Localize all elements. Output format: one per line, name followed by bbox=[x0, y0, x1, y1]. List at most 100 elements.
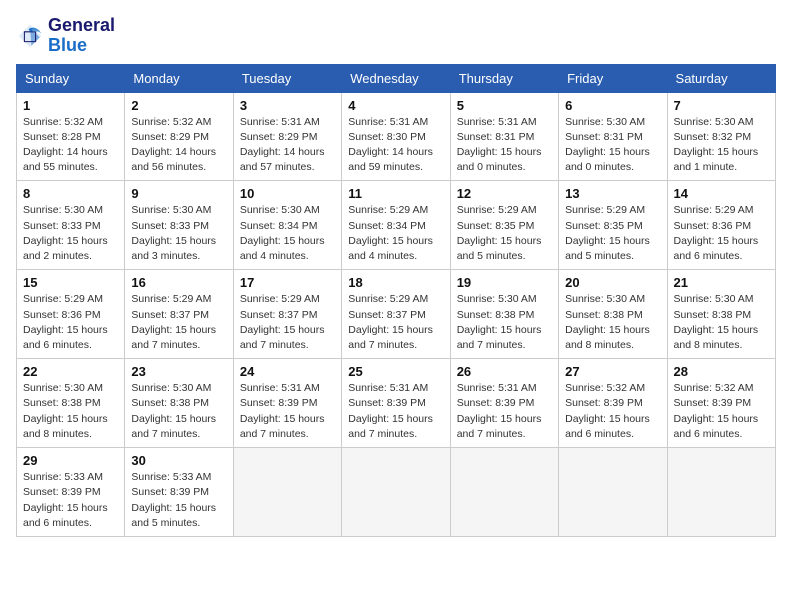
calendar-cell: 22 Sunrise: 5:30 AMSunset: 8:38 PMDayligh… bbox=[17, 359, 125, 448]
weekday-cell: Wednesday bbox=[342, 64, 450, 92]
calendar-cell: 28 Sunrise: 5:32 AMSunset: 8:39 PMDayligh… bbox=[667, 359, 775, 448]
day-info: Sunrise: 5:33 AMSunset: 8:39 PMDaylight:… bbox=[131, 470, 226, 531]
day-info: Sunrise: 5:29 AMSunset: 8:36 PMDaylight:… bbox=[674, 203, 769, 264]
calendar-cell: 13 Sunrise: 5:29 AMSunset: 8:35 PMDayligh… bbox=[559, 181, 667, 270]
day-info: Sunrise: 5:29 AMSunset: 8:37 PMDaylight:… bbox=[240, 292, 335, 353]
calendar-cell: 15Sunrise: 5:29 AMSunset: 8:36 PMDayligh… bbox=[17, 270, 125, 359]
day-info: Sunrise: 5:33 AMSunset: 8:39 PMDaylight:… bbox=[23, 470, 118, 531]
calendar-cell: 25 Sunrise: 5:31 AMSunset: 8:39 PMDayligh… bbox=[342, 359, 450, 448]
day-number: 30 bbox=[131, 453, 226, 468]
day-number: 5 bbox=[457, 98, 552, 113]
calendar-cell: 3 Sunrise: 5:31 AMSunset: 8:29 PMDaylight… bbox=[233, 92, 341, 181]
calendar-row: 1 Sunrise: 5:32 AMSunset: 8:28 PMDaylight… bbox=[17, 92, 776, 181]
day-info: Sunrise: 5:30 AMSunset: 8:38 PMDaylight:… bbox=[23, 381, 118, 442]
day-number: 1 bbox=[23, 98, 118, 113]
day-number: 17 bbox=[240, 275, 335, 290]
calendar-cell: 20 Sunrise: 5:30 AMSunset: 8:38 PMDayligh… bbox=[559, 270, 667, 359]
calendar-cell: 14 Sunrise: 5:29 AMSunset: 8:36 PMDayligh… bbox=[667, 181, 775, 270]
calendar-row: 15Sunrise: 5:29 AMSunset: 8:36 PMDayligh… bbox=[17, 270, 776, 359]
day-info: Sunrise: 5:29 AMSunset: 8:34 PMDaylight:… bbox=[348, 203, 443, 264]
day-number: 9 bbox=[131, 186, 226, 201]
day-number: 22 bbox=[23, 364, 118, 379]
calendar: SundayMondayTuesdayWednesdayThursdayFrid… bbox=[16, 64, 776, 537]
day-number: 14 bbox=[674, 186, 769, 201]
day-info: Sunrise: 5:30 AMSunset: 8:31 PMDaylight:… bbox=[565, 115, 660, 176]
day-info: Sunrise: 5:30 AMSunset: 8:32 PMDaylight:… bbox=[674, 115, 769, 176]
day-number: 26 bbox=[457, 364, 552, 379]
calendar-cell: 6Sunrise: 5:30 AMSunset: 8:31 PMDaylight… bbox=[559, 92, 667, 181]
day-info: Sunrise: 5:32 AMSunset: 8:29 PMDaylight:… bbox=[131, 115, 226, 176]
calendar-cell: 7 Sunrise: 5:30 AMSunset: 8:32 PMDaylight… bbox=[667, 92, 775, 181]
day-info: Sunrise: 5:32 AMSunset: 8:28 PMDaylight:… bbox=[23, 115, 118, 176]
calendar-cell: 24 Sunrise: 5:31 AMSunset: 8:39 PMDayligh… bbox=[233, 359, 341, 448]
calendar-cell: 2Sunrise: 5:32 AMSunset: 8:29 PMDaylight… bbox=[125, 92, 233, 181]
day-info: Sunrise: 5:29 AMSunset: 8:37 PMDaylight:… bbox=[131, 292, 226, 353]
calendar-row: 8 Sunrise: 5:30 AMSunset: 8:33 PMDaylight… bbox=[17, 181, 776, 270]
day-number: 20 bbox=[565, 275, 660, 290]
day-info: Sunrise: 5:31 AMSunset: 8:39 PMDaylight:… bbox=[348, 381, 443, 442]
calendar-cell bbox=[342, 448, 450, 537]
weekday-cell: Friday bbox=[559, 64, 667, 92]
day-info: Sunrise: 5:30 AMSunset: 8:33 PMDaylight:… bbox=[131, 203, 226, 264]
weekday-cell: Monday bbox=[125, 64, 233, 92]
day-info: Sunrise: 5:30 AMSunset: 8:34 PMDaylight:… bbox=[240, 203, 335, 264]
calendar-cell: 5 Sunrise: 5:31 AMSunset: 8:31 PMDaylight… bbox=[450, 92, 558, 181]
calendar-cell bbox=[667, 448, 775, 537]
weekday-header: SundayMondayTuesdayWednesdayThursdayFrid… bbox=[17, 64, 776, 92]
calendar-cell: 26Sunrise: 5:31 AMSunset: 8:39 PMDayligh… bbox=[450, 359, 558, 448]
logo: General Blue bbox=[16, 16, 115, 56]
calendar-cell: 30 Sunrise: 5:33 AMSunset: 8:39 PMDayligh… bbox=[125, 448, 233, 537]
day-number: 3 bbox=[240, 98, 335, 113]
day-number: 8 bbox=[23, 186, 118, 201]
day-number: 21 bbox=[674, 275, 769, 290]
day-info: Sunrise: 5:29 AMSunset: 8:35 PMDaylight:… bbox=[565, 203, 660, 264]
calendar-cell bbox=[450, 448, 558, 537]
calendar-cell: 12Sunrise: 5:29 AMSunset: 8:35 PMDayligh… bbox=[450, 181, 558, 270]
day-number: 11 bbox=[348, 186, 443, 201]
weekday-cell: Thursday bbox=[450, 64, 558, 92]
day-info: Sunrise: 5:30 AMSunset: 8:38 PMDaylight:… bbox=[565, 292, 660, 353]
logo-line2: Blue bbox=[48, 36, 115, 56]
calendar-cell: 23 Sunrise: 5:30 AMSunset: 8:38 PMDayligh… bbox=[125, 359, 233, 448]
day-number: 13 bbox=[565, 186, 660, 201]
calendar-cell: 21 Sunrise: 5:30 AMSunset: 8:38 PMDayligh… bbox=[667, 270, 775, 359]
calendar-cell: 11 Sunrise: 5:29 AMSunset: 8:34 PMDayligh… bbox=[342, 181, 450, 270]
day-number: 28 bbox=[674, 364, 769, 379]
header: General Blue bbox=[16, 16, 776, 56]
calendar-cell: 9 Sunrise: 5:30 AMSunset: 8:33 PMDaylight… bbox=[125, 181, 233, 270]
day-number: 27 bbox=[565, 364, 660, 379]
calendar-cell bbox=[233, 448, 341, 537]
day-info: Sunrise: 5:31 AMSunset: 8:30 PMDaylight:… bbox=[348, 115, 443, 176]
day-info: Sunrise: 5:30 AMSunset: 8:38 PMDaylight:… bbox=[457, 292, 552, 353]
calendar-cell: 1 Sunrise: 5:32 AMSunset: 8:28 PMDaylight… bbox=[17, 92, 125, 181]
calendar-cell: 27Sunrise: 5:32 AMSunset: 8:39 PMDayligh… bbox=[559, 359, 667, 448]
calendar-cell: 17 Sunrise: 5:29 AMSunset: 8:37 PMDayligh… bbox=[233, 270, 341, 359]
calendar-cell: 10 Sunrise: 5:30 AMSunset: 8:34 PMDayligh… bbox=[233, 181, 341, 270]
day-number: 24 bbox=[240, 364, 335, 379]
day-number: 7 bbox=[674, 98, 769, 113]
day-info: Sunrise: 5:31 AMSunset: 8:29 PMDaylight:… bbox=[240, 115, 335, 176]
day-number: 12 bbox=[457, 186, 552, 201]
calendar-row: 29 Sunrise: 5:33 AMSunset: 8:39 PMDayligh… bbox=[17, 448, 776, 537]
day-info: Sunrise: 5:32 AMSunset: 8:39 PMDaylight:… bbox=[674, 381, 769, 442]
calendar-cell: 29 Sunrise: 5:33 AMSunset: 8:39 PMDayligh… bbox=[17, 448, 125, 537]
day-number: 10 bbox=[240, 186, 335, 201]
day-info: Sunrise: 5:30 AMSunset: 8:38 PMDaylight:… bbox=[131, 381, 226, 442]
calendar-cell bbox=[559, 448, 667, 537]
day-number: 25 bbox=[348, 364, 443, 379]
day-info: Sunrise: 5:29 AMSunset: 8:36 PMDaylight:… bbox=[23, 292, 118, 353]
day-info: Sunrise: 5:31 AMSunset: 8:31 PMDaylight:… bbox=[457, 115, 552, 176]
logo-line1: General bbox=[48, 16, 115, 36]
weekday-cell: Saturday bbox=[667, 64, 775, 92]
day-number: 23 bbox=[131, 364, 226, 379]
day-info: Sunrise: 5:31 AMSunset: 8:39 PMDaylight:… bbox=[240, 381, 335, 442]
calendar-cell: 18 Sunrise: 5:29 AMSunset: 8:37 PMDayligh… bbox=[342, 270, 450, 359]
calendar-cell: 4Sunrise: 5:31 AMSunset: 8:30 PMDaylight… bbox=[342, 92, 450, 181]
day-info: Sunrise: 5:29 AMSunset: 8:37 PMDaylight:… bbox=[348, 292, 443, 353]
day-number: 18 bbox=[348, 275, 443, 290]
day-info: Sunrise: 5:30 AMSunset: 8:33 PMDaylight:… bbox=[23, 203, 118, 264]
day-info: Sunrise: 5:30 AMSunset: 8:38 PMDaylight:… bbox=[674, 292, 769, 353]
day-number: 16 bbox=[131, 275, 226, 290]
calendar-row: 22 Sunrise: 5:30 AMSunset: 8:38 PMDayligh… bbox=[17, 359, 776, 448]
day-number: 29 bbox=[23, 453, 118, 468]
